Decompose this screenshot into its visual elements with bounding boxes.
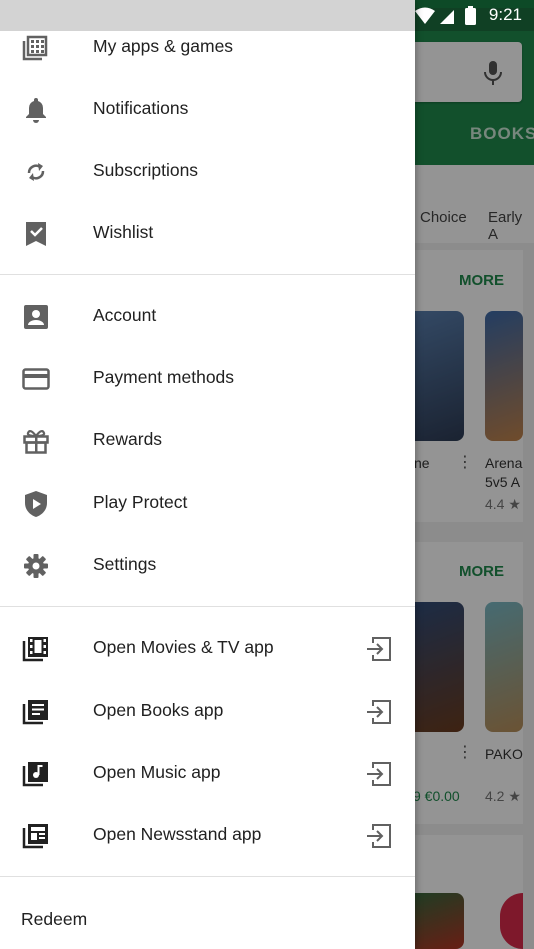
drawer-divider	[0, 274, 415, 275]
music-icon	[22, 761, 50, 787]
navigation-drawer: My apps & games Notifications Subscripti…	[0, 0, 415, 949]
open-external-icon	[366, 636, 392, 662]
drawer-item-label: Settings	[93, 554, 157, 574]
gift-icon	[22, 428, 50, 454]
drawer-item-label: My apps & games	[93, 36, 234, 56]
shield-play-icon	[22, 491, 50, 517]
drawer-item-wishlist[interactable]: Wishlist	[0, 202, 415, 264]
drawer-item-label: Subscriptions	[93, 160, 199, 180]
drawer-item-label: Open Music app	[93, 762, 221, 782]
drawer-item-label: Account	[93, 305, 157, 325]
drawer-item-my-apps[interactable]: My apps & games	[0, 16, 415, 78]
account-box-icon	[22, 304, 50, 330]
open-external-icon	[366, 823, 392, 849]
gear-icon	[22, 553, 50, 579]
drawer-item-label: Open Books app	[93, 700, 224, 720]
newsstand-icon	[22, 823, 50, 849]
drawer-item-account[interactable]: Account	[0, 285, 415, 347]
drawer-item-label: Wishlist	[93, 222, 154, 242]
drawer-item-label: Open Newsstand app	[93, 824, 262, 844]
open-external-icon	[366, 761, 392, 787]
drawer-item-label: Notifications	[93, 98, 189, 118]
drawer-item-open-books[interactable]: Open Books app	[0, 680, 415, 742]
status-icons	[414, 6, 484, 26]
apps-grid-icon	[22, 35, 50, 61]
drawer-item-open-newsstand[interactable]: Open Newsstand app	[0, 804, 415, 866]
drawer-item-notifications[interactable]: Notifications	[0, 78, 415, 140]
movies-icon	[22, 636, 50, 662]
open-external-icon	[366, 699, 392, 725]
drawer-item-label: Payment methods	[93, 367, 235, 387]
drawer-item-settings[interactable]: Settings	[0, 534, 415, 596]
credit-card-icon	[22, 366, 50, 392]
books-icon	[22, 699, 50, 725]
drawer-item-open-movies[interactable]: Open Movies & TV app	[0, 617, 415, 679]
refresh-icon	[22, 159, 50, 185]
drawer-item-play-protect[interactable]: Play Protect	[0, 472, 415, 534]
drawer-item-label: Rewards	[93, 429, 163, 449]
drawer-item-label: Open Movies & TV app	[93, 637, 274, 657]
drawer-item-label: Play Protect	[93, 492, 188, 512]
bookmark-check-icon	[22, 221, 50, 247]
drawer-item-payment-methods[interactable]: Payment methods	[0, 347, 415, 409]
drawer-divider	[0, 876, 415, 877]
drawer-item-subscriptions[interactable]: Subscriptions	[0, 140, 415, 202]
drawer-item-rewards[interactable]: Rewards	[0, 409, 415, 471]
redeem-button[interactable]: Redeem	[21, 909, 87, 930]
drawer-divider	[0, 606, 415, 607]
bell-icon	[22, 97, 50, 123]
status-time: 9:21	[488, 5, 522, 24]
drawer-item-open-music[interactable]: Open Music app	[0, 742, 415, 804]
